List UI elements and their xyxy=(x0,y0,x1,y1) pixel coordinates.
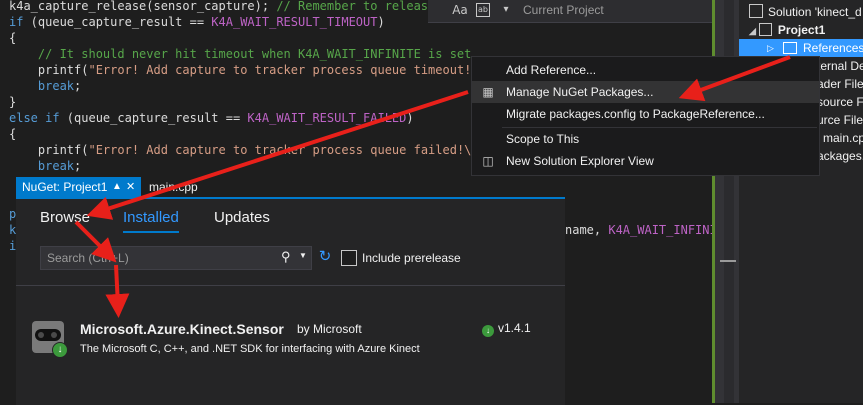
pin-icon[interactable]: ▲ xyxy=(112,177,122,197)
active-tab-underline xyxy=(123,231,179,233)
solution-item[interactable]: Solution 'kinect_d xyxy=(749,3,862,21)
menu-item-add-reference[interactable]: Add Reference... xyxy=(472,59,819,81)
expand-icon[interactable]: ▾ xyxy=(498,2,514,18)
package-name: Microsoft.Azure.Kinect.Sensor xyxy=(80,321,284,337)
new-view-icon: ◫ xyxy=(482,154,494,168)
package-author: by Microsoft xyxy=(297,322,362,336)
tab-installed[interactable]: Installed xyxy=(123,209,179,226)
chevron-down-icon[interactable]: ◢ xyxy=(749,26,756,36)
divider xyxy=(16,285,565,286)
external-deps-item[interactable]: ternal De xyxy=(817,57,863,75)
nuget-panel: Browse Installed Updates ⚲ ▼ ↻ Include p… xyxy=(16,197,565,405)
code-line: k4a_capture_release(sensor_capture); // … xyxy=(9,0,436,13)
menu-item-manage-nuget[interactable]: ▦ Manage NuGet Packages... xyxy=(472,81,819,103)
code-line: else if (queue_capture_result == K4A_WAI… xyxy=(9,111,414,125)
kinect-camera-icon xyxy=(35,329,61,341)
tab-main-cpp[interactable]: main.cpp xyxy=(149,177,198,197)
header-files-item[interactable]: ader File xyxy=(817,75,863,93)
code-line: printf("Error! Add capture to tracker pr… xyxy=(9,63,494,77)
packages-config-item[interactable]: ackages.c xyxy=(817,147,863,165)
code-line: break; xyxy=(37,159,82,173)
package-version: ↓ v1.4.1 xyxy=(482,321,531,337)
download-icon: ↓ xyxy=(52,342,68,358)
code-line: if (queue_capture_result == K4A_WAIT_RES… xyxy=(9,15,385,29)
package-icon: ↓ xyxy=(32,321,68,358)
source-files-item[interactable]: urce File xyxy=(817,111,863,129)
code-line: { xyxy=(9,127,17,141)
tab-updates[interactable]: Updates xyxy=(214,209,270,226)
project-item[interactable]: ◢ Project1 xyxy=(749,21,825,39)
package-description: The Microsoft C, C++, and .NET SDK for i… xyxy=(80,343,420,355)
chevron-right-icon[interactable]: ▷ xyxy=(767,39,774,57)
search-icon[interactable]: ⚲ xyxy=(281,249,291,265)
menu-item-migrate-packages[interactable]: Migrate packages.config to PackageRefere… xyxy=(472,103,819,125)
main-cpp-item[interactable]: main.cp xyxy=(823,129,863,147)
code-line: // It should never hit timeout when K4A_… xyxy=(9,47,479,61)
close-icon[interactable]: ✕ xyxy=(126,177,135,197)
include-prerelease-label: Include prerelease xyxy=(362,251,461,265)
scope-label[interactable]: Current Project xyxy=(523,3,604,17)
nuget-search-box: ⚲ ▼ xyxy=(40,246,312,270)
code-line-tail: name, K4A_WAIT_INFINIT xyxy=(565,223,712,237)
code-line: break; xyxy=(37,79,82,93)
references-item[interactable]: ▷ References xyxy=(739,39,863,57)
solution-icon xyxy=(749,4,763,18)
references-icon xyxy=(783,42,797,54)
scroll-marker xyxy=(720,260,736,262)
ab-rename-icon[interactable]: ab xyxy=(476,3,490,17)
font-icon[interactable]: Aa xyxy=(452,2,468,18)
tab-nuget-project1[interactable]: NuGet: Project1 ▲ ✕ xyxy=(16,177,141,197)
include-prerelease-checkbox[interactable] xyxy=(341,250,357,266)
refresh-icon[interactable]: ↻ xyxy=(316,248,334,266)
solution-toolbar: Aa ab ▾ Current Project xyxy=(428,0,712,23)
chevron-down-icon[interactable]: ▼ xyxy=(299,251,307,260)
installed-icon: ↓ xyxy=(482,325,494,337)
code-line: printf("Error! Add capture to tracker pr… xyxy=(9,143,486,157)
code-line: } xyxy=(9,95,17,109)
document-tabs: NuGet: Project1 ▲ ✕ main.cpp xyxy=(16,177,565,197)
code-line: { xyxy=(9,31,17,45)
project-icon xyxy=(758,23,772,36)
tab-browse[interactable]: Browse xyxy=(40,209,90,226)
menu-item-scope-to-this[interactable]: Scope to This xyxy=(472,128,819,150)
menu-item-new-view[interactable]: ◫ New Solution Explorer View xyxy=(472,150,819,172)
resource-files-item[interactable]: source Fi xyxy=(817,93,863,111)
search-input[interactable] xyxy=(45,249,279,267)
context-menu: Add Reference... ▦ Manage NuGet Packages… xyxy=(471,56,820,176)
nuget-icon: ▦ xyxy=(482,85,494,99)
package-row[interactable]: ↓ Microsoft.Azure.Kinect.Sensor by Micro… xyxy=(16,307,565,367)
